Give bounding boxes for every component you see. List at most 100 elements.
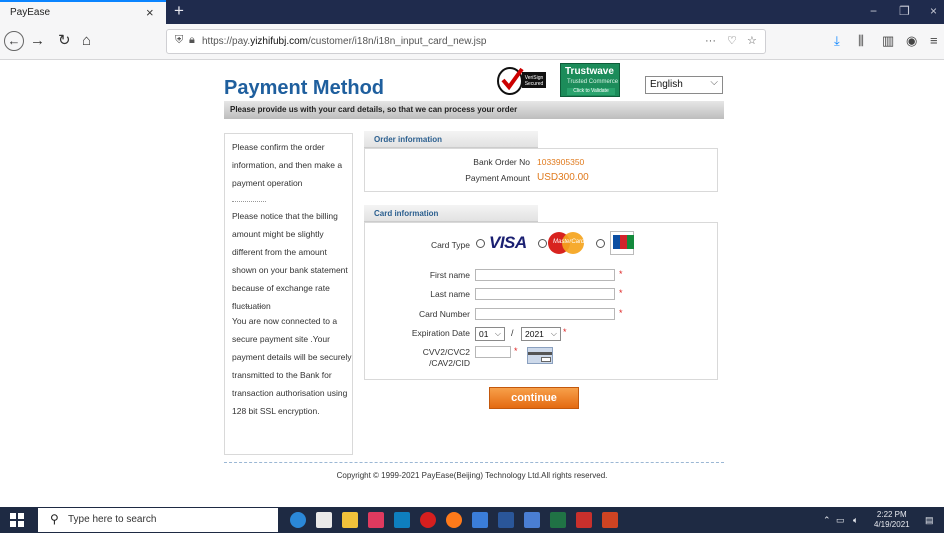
card-info-box: Card Type VISA MasterCard First name * L… bbox=[364, 222, 718, 380]
windows-start-icon[interactable] bbox=[10, 513, 24, 527]
windows-taskbar: ⚲ Type here to search ⌃ ▭ 🔈︎ 2:22 PM 4/1… bbox=[0, 507, 944, 533]
tab-close-icon[interactable]: × bbox=[146, 5, 154, 20]
instruction-bar: Please provide us with your card details… bbox=[224, 101, 724, 119]
card-info-header: Card information bbox=[364, 205, 538, 222]
chevron-down-icon: ⌵ bbox=[710, 77, 718, 88]
card-info-title: Card information bbox=[374, 209, 439, 218]
first-name-input[interactable] bbox=[475, 269, 615, 281]
home-icon[interactable]: ⌂ bbox=[82, 32, 91, 50]
payment-amount-label: Payment Amount bbox=[465, 173, 530, 183]
mail-icon[interactable] bbox=[394, 512, 410, 528]
taskbar-time: 2:22 PM bbox=[876, 510, 907, 519]
required-mark: * bbox=[514, 346, 518, 356]
exp-year-select[interactable]: 2021 ⌵ bbox=[521, 327, 561, 341]
last-name-label: Last name bbox=[430, 289, 470, 299]
download-icon[interactable]: ⤓ bbox=[834, 33, 840, 49]
mastercard-radio[interactable] bbox=[538, 239, 547, 248]
trustwave-seal[interactable]: Trustwave Trusted Commerce Click to Vali… bbox=[560, 63, 620, 97]
footer-divider bbox=[224, 462, 724, 463]
cvv-input[interactable] bbox=[475, 346, 511, 358]
bookmark-star-icon[interactable]: ☆ bbox=[747, 34, 757, 47]
exp-month-select[interactable]: 01 ⌵ bbox=[475, 327, 505, 341]
last-name-input[interactable] bbox=[475, 288, 615, 300]
shield-icon[interactable]: ⛨ bbox=[175, 34, 183, 47]
url-bar[interactable]: ⛨ 🔒︎ https://pay.yizhifubj.com/customer/… bbox=[166, 29, 766, 54]
library-icon[interactable]: ⫼ bbox=[858, 33, 864, 49]
page-actions-icon[interactable]: ··· bbox=[705, 35, 716, 47]
trustwave-logo-text: Trustwave bbox=[565, 66, 614, 77]
edge-icon[interactable] bbox=[290, 512, 306, 528]
store-icon[interactable] bbox=[316, 512, 332, 528]
browser-tab[interactable]: PayEase × bbox=[0, 0, 166, 24]
required-mark: * bbox=[563, 327, 567, 337]
browser-toolbar: ← → ↻ ⌂ ⛨ 🔒︎ https://pay.yizhifubj.com/c… bbox=[0, 24, 944, 60]
language-select[interactable]: English ⌵ bbox=[645, 76, 723, 94]
language-value: English bbox=[650, 79, 683, 90]
firefox-icon[interactable] bbox=[446, 512, 462, 528]
powerpoint-icon[interactable] bbox=[602, 512, 618, 528]
browser-tab-bar: PayEase × + − ❐ × bbox=[0, 0, 944, 24]
card-number-input[interactable] bbox=[475, 308, 615, 320]
verisign-seal-icon[interactable]: VeriSign Secured bbox=[496, 65, 548, 97]
instruction-text: Please provide us with your card details… bbox=[230, 105, 518, 114]
mastercard-logo: MasterCard bbox=[548, 232, 586, 254]
continue-button[interactable]: continue bbox=[489, 387, 579, 409]
minimize-icon[interactable]: − bbox=[870, 4, 877, 18]
volume-icon[interactable]: 🔈︎ bbox=[853, 515, 858, 526]
payment-amount-value: USD300.00 bbox=[537, 172, 589, 183]
payment-page: Payment Method VeriSign Secured Trustwav… bbox=[0, 60, 944, 482]
lock-icon[interactable]: 🔒︎ bbox=[189, 34, 195, 47]
divider bbox=[232, 306, 266, 307]
first-name-label: First name bbox=[429, 270, 470, 280]
sidebar-icon[interactable]: ▥ bbox=[882, 33, 894, 49]
notifications-icon[interactable]: ▤ bbox=[925, 515, 934, 526]
exp-separator: / bbox=[511, 328, 514, 338]
word-icon[interactable] bbox=[498, 512, 514, 528]
info-confirm-text: Please confirm the order information, an… bbox=[232, 142, 343, 188]
info-secure-text: You are now connected to a secure paymen… bbox=[232, 316, 352, 416]
order-info-box: Bank Order No 1033905350 Payment Amount … bbox=[364, 148, 718, 192]
pocket-icon[interactable]: ♡ bbox=[727, 34, 737, 47]
network-icon[interactable]: ▭ bbox=[836, 515, 845, 526]
maximize-icon[interactable]: ❐ bbox=[899, 4, 910, 18]
url-text[interactable]: https://pay.yizhifubj.com/customer/i18n/… bbox=[202, 36, 486, 47]
back-icon[interactable]: ← bbox=[4, 31, 24, 51]
app-icon[interactable] bbox=[472, 512, 488, 528]
menu-icon[interactable]: ≡ bbox=[930, 33, 938, 48]
jcb-logo bbox=[610, 231, 634, 255]
bank-order-value: 1033905350 bbox=[537, 157, 585, 167]
opera-icon[interactable] bbox=[420, 512, 436, 528]
reload-icon[interactable]: ↻ bbox=[58, 32, 71, 50]
taskbar-search[interactable]: ⚲ Type here to search bbox=[38, 508, 278, 532]
order-info-title: Order information bbox=[374, 135, 443, 144]
expiration-label: Expiration Date bbox=[411, 328, 470, 338]
bank-order-label: Bank Order No bbox=[473, 157, 530, 167]
tab-title: PayEase bbox=[10, 7, 51, 18]
required-mark: * bbox=[619, 269, 623, 279]
tray-chevron-up-icon[interactable]: ⌃ bbox=[823, 515, 831, 526]
acrobat-icon[interactable] bbox=[576, 512, 592, 528]
exp-year-value: 2021 bbox=[525, 329, 544, 339]
taskbar-search-placeholder: Type here to search bbox=[68, 514, 157, 525]
cvv-label-line1: CVV2/CVC2 bbox=[422, 347, 470, 357]
taskbar-clock[interactable]: 2:22 PM 4/19/2021 bbox=[874, 510, 910, 530]
required-mark: * bbox=[619, 308, 623, 318]
visa-radio[interactable] bbox=[476, 239, 485, 248]
app-grid-icon[interactable] bbox=[368, 512, 384, 528]
card-type-label: Card Type bbox=[430, 240, 470, 250]
forward-icon[interactable]: → bbox=[30, 32, 45, 50]
excel-icon[interactable] bbox=[550, 512, 566, 528]
chevron-down-icon: ⌵ bbox=[550, 329, 557, 338]
file-explorer-icon[interactable] bbox=[342, 512, 358, 528]
cvv-label: CVV2/CVC2 /CAV2/CID bbox=[423, 347, 470, 369]
trustwave-validate: Click to Validate bbox=[567, 88, 615, 95]
copyright-text: Copyright © 1999-2021 PayEase(Beijing) T… bbox=[336, 471, 608, 480]
account-icon[interactable]: ◉ bbox=[906, 33, 917, 49]
app-icon[interactable] bbox=[524, 512, 540, 528]
jcb-radio[interactable] bbox=[596, 239, 605, 248]
page-title: Payment Method bbox=[224, 77, 385, 99]
trustwave-subtitle: Trusted Commerce bbox=[567, 79, 619, 85]
new-tab-icon[interactable]: + bbox=[174, 1, 184, 21]
close-window-icon[interactable]: × bbox=[930, 4, 937, 18]
chevron-down-icon: ⌵ bbox=[494, 329, 501, 338]
